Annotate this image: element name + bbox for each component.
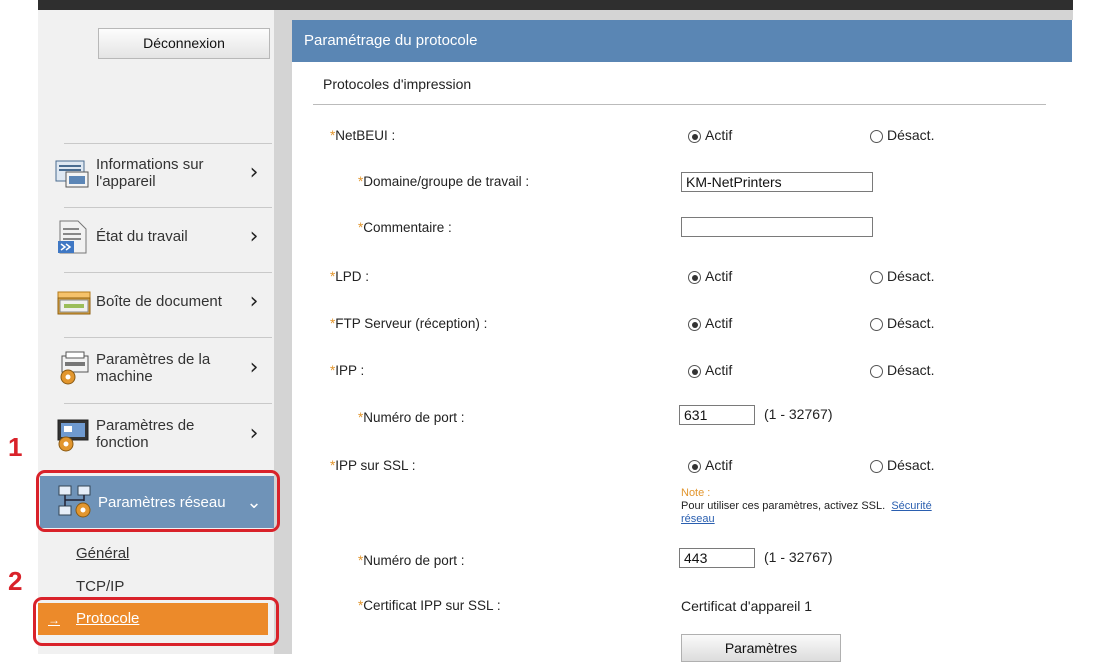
nav-divider: [64, 207, 272, 208]
radio-label: Désact.: [887, 457, 935, 473]
ipp-on-radio[interactable]: [688, 365, 701, 378]
function-settings-icon: [54, 416, 94, 452]
ssl-port-field[interactable]: 443: [679, 548, 755, 568]
sub-item-general[interactable]: Général: [76, 545, 129, 562]
netbeui-label: *NetBEUI :: [330, 128, 396, 143]
lpd-on-radio[interactable]: [688, 271, 701, 284]
sidebar-item-job-status[interactable]: État du travail ›: [38, 212, 274, 261]
radio-label: Désact.: [887, 315, 935, 331]
ftp-label: *FTP Serveur (réception) :: [330, 316, 488, 331]
lpd-label: *LPD :: [330, 269, 370, 284]
chevron-right-icon: ›: [249, 224, 259, 249]
ssl-port-label: *Numéro de port :: [358, 553, 465, 568]
sidebar-item-machine-settings[interactable]: Paramètres de la machine ›: [38, 343, 274, 392]
radio-label: Actif: [705, 127, 733, 143]
sub-item-tcpip[interactable]: TCP/IP: [76, 578, 124, 595]
ipp-ssl-off-radio[interactable]: [870, 460, 883, 473]
lpd-off-radio[interactable]: [870, 271, 883, 284]
network-security-link[interactable]: Sécurité: [891, 500, 931, 512]
section-title: Protocoles d'impression: [323, 76, 472, 92]
sidebar-item-label: Boîte de document: [96, 293, 222, 310]
ipp-ssl-on-radio[interactable]: [688, 460, 701, 473]
document-box-icon: [54, 284, 94, 320]
ftp-on-radio[interactable]: [688, 318, 701, 331]
radio-label: Actif: [705, 315, 733, 331]
chevron-right-icon: ›: [249, 355, 259, 380]
radio-label: Désact.: [887, 268, 935, 284]
sidebar-item-label: Informations sur l'appareil: [96, 155, 204, 190]
sidebar-item-document-box[interactable]: Boîte de document ›: [38, 277, 274, 326]
ssl-note: Note : Pour utiliser ces paramètres, act…: [681, 487, 932, 525]
sidebar-gutter: [274, 10, 292, 654]
chevron-right-icon: ›: [249, 160, 259, 185]
chevron-right-icon: ›: [249, 421, 259, 446]
domain-field[interactable]: KM-NetPrinters: [681, 172, 873, 192]
nav-divider: [64, 143, 272, 144]
radio-label: Désact.: [887, 127, 935, 143]
nav-divider: [64, 337, 272, 338]
top-bar: [38, 0, 1073, 10]
ipp-label: *IPP :: [330, 363, 365, 378]
sidebar-item-function-settings[interactable]: Paramètres de fonction ›: [38, 409, 274, 458]
comment-field[interactable]: [681, 217, 873, 237]
section-divider: [313, 104, 1046, 105]
logout-button[interactable]: Déconnexion: [98, 28, 270, 59]
cert-value: Certificat d'appareil 1: [681, 598, 813, 614]
ipp-ssl-label: *IPP sur SSL :: [330, 458, 416, 473]
radio-label: Désact.: [887, 362, 935, 378]
sidebar-item-label: Paramètres de fonction: [96, 416, 195, 451]
port-range-text: (1 - 32767): [764, 549, 833, 565]
sidebar-item-label: Paramètres de la machine: [96, 350, 211, 385]
callout-1: 1: [8, 432, 23, 462]
device-info-icon: [54, 155, 94, 191]
right-margin: [1072, 20, 1107, 654]
sidebar-item-label: État du travail: [96, 228, 188, 245]
highlight-box: [36, 470, 280, 532]
content-top-gutter: [292, 10, 1073, 20]
sidebar: [38, 10, 274, 654]
network-security-link[interactable]: réseau: [681, 513, 715, 525]
chevron-right-icon: ›: [249, 289, 259, 314]
port-range-text: (1 - 32767): [764, 406, 833, 422]
comment-label: *Commentaire :: [358, 220, 452, 235]
nav-divider: [64, 403, 272, 404]
netbeui-off-radio[interactable]: [870, 130, 883, 143]
callout-2: 2: [8, 566, 23, 596]
ipp-port-field[interactable]: 631: [679, 405, 755, 425]
highlight-box: [33, 597, 279, 646]
netbeui-on-radio[interactable]: [688, 130, 701, 143]
domain-label: *Domaine/groupe de travail :: [358, 174, 530, 189]
sidebar-item-device-info[interactable]: Informations sur l'appareil ›: [38, 148, 274, 197]
page-title: Paramétrage du protocole: [292, 20, 1073, 62]
settings-button[interactable]: Paramètres: [681, 634, 841, 662]
ipp-port-label: *Numéro de port :: [358, 410, 465, 425]
cert-label: *Certificat IPP sur SSL :: [358, 598, 501, 613]
nav-divider: [64, 272, 272, 273]
ftp-off-radio[interactable]: [870, 318, 883, 331]
job-status-icon: [54, 219, 94, 255]
radio-label: Actif: [705, 268, 733, 284]
radio-label: Actif: [705, 457, 733, 473]
ipp-off-radio[interactable]: [870, 365, 883, 378]
machine-settings-icon: [54, 350, 94, 386]
radio-label: Actif: [705, 362, 733, 378]
